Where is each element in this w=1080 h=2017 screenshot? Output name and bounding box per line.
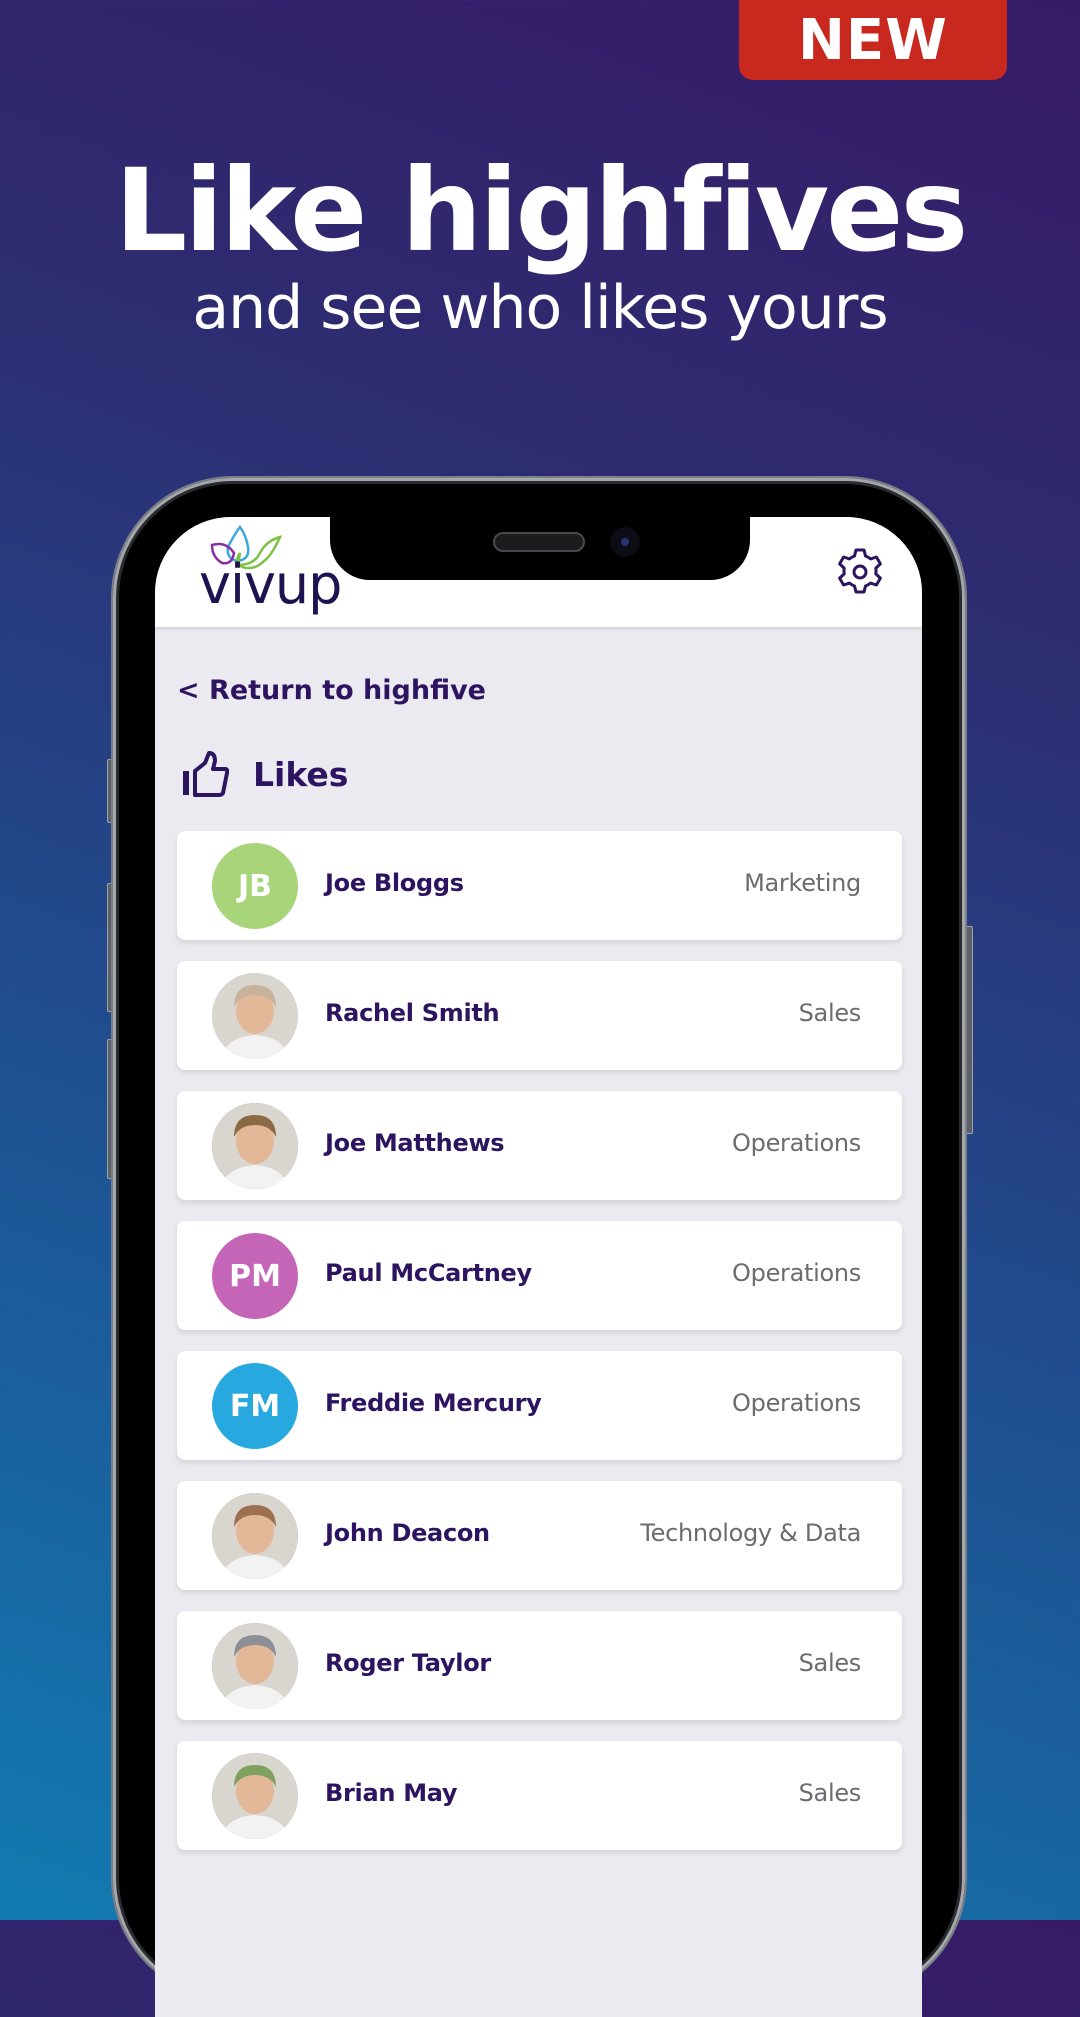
phone-screen: vivup < Return to highfive Likes JB Joe B… bbox=[155, 517, 922, 2017]
avatar-photo bbox=[212, 1623, 298, 1709]
person-photo-icon bbox=[212, 1493, 298, 1579]
brand-wordmark: vivup bbox=[199, 553, 342, 616]
like-list-item[interactable]: Joe Matthews Operations bbox=[177, 1091, 902, 1200]
like-list-item[interactable]: John Deacon Technology & Data bbox=[177, 1481, 902, 1590]
new-badge: NEW bbox=[739, 0, 1007, 80]
like-list-item[interactable]: FM Freddie Mercury Operations bbox=[177, 1351, 902, 1460]
person-department: Operations bbox=[732, 1129, 861, 1157]
like-list-item[interactable]: JB Joe Bloggs Marketing bbox=[177, 831, 902, 940]
person-department: Operations bbox=[732, 1259, 861, 1287]
avatar-photo bbox=[212, 1493, 298, 1579]
person-name: Rachel Smith bbox=[325, 999, 500, 1027]
person-photo-icon bbox=[212, 973, 298, 1059]
return-to-highfive-link[interactable]: < Return to highfive bbox=[177, 675, 486, 706]
avatar-photo bbox=[212, 1753, 298, 1839]
gear-icon[interactable] bbox=[835, 547, 885, 597]
person-photo-icon bbox=[212, 1623, 298, 1709]
likes-section-header: Likes bbox=[181, 749, 348, 799]
person-name: John Deacon bbox=[325, 1519, 490, 1547]
person-name: Paul McCartney bbox=[325, 1259, 532, 1287]
likes-title: Likes bbox=[253, 754, 349, 794]
phone-speaker bbox=[493, 532, 585, 552]
promo-headline: Like highfives bbox=[114, 144, 969, 277]
thumbs-up-icon bbox=[183, 751, 229, 797]
person-department: Technology & Data bbox=[640, 1519, 861, 1547]
person-department: Sales bbox=[798, 999, 862, 1027]
avatar-photo bbox=[212, 1103, 298, 1189]
person-name: Joe Bloggs bbox=[325, 869, 464, 897]
likes-list: JB Joe Bloggs Marketing Rachel Smith Sales Jo… bbox=[177, 831, 902, 1871]
like-list-item[interactable]: Rachel Smith Sales bbox=[177, 961, 902, 1070]
avatar-initials: FM bbox=[212, 1363, 298, 1449]
person-photo-icon bbox=[212, 1103, 298, 1189]
person-department: Sales bbox=[798, 1779, 862, 1807]
person-department: Operations bbox=[732, 1389, 861, 1417]
person-department: Marketing bbox=[744, 869, 861, 897]
person-department: Sales bbox=[798, 1649, 862, 1677]
person-photo-icon bbox=[212, 1753, 298, 1839]
person-name: Roger Taylor bbox=[325, 1649, 491, 1677]
avatar-initials: PM bbox=[212, 1233, 298, 1319]
promo-subheadline: and see who likes yours bbox=[192, 273, 888, 343]
like-list-item[interactable]: Brian May Sales bbox=[177, 1741, 902, 1850]
like-list-item[interactable]: Roger Taylor Sales bbox=[177, 1611, 902, 1720]
avatar-initials: JB bbox=[212, 843, 298, 929]
like-list-item[interactable]: PM Paul McCartney Operations bbox=[177, 1221, 902, 1330]
avatar-photo bbox=[212, 973, 298, 1059]
person-name: Brian May bbox=[325, 1779, 458, 1807]
person-name: Freddie Mercury bbox=[325, 1389, 542, 1417]
phone-front-camera bbox=[610, 527, 640, 557]
person-name: Joe Matthews bbox=[325, 1129, 505, 1157]
